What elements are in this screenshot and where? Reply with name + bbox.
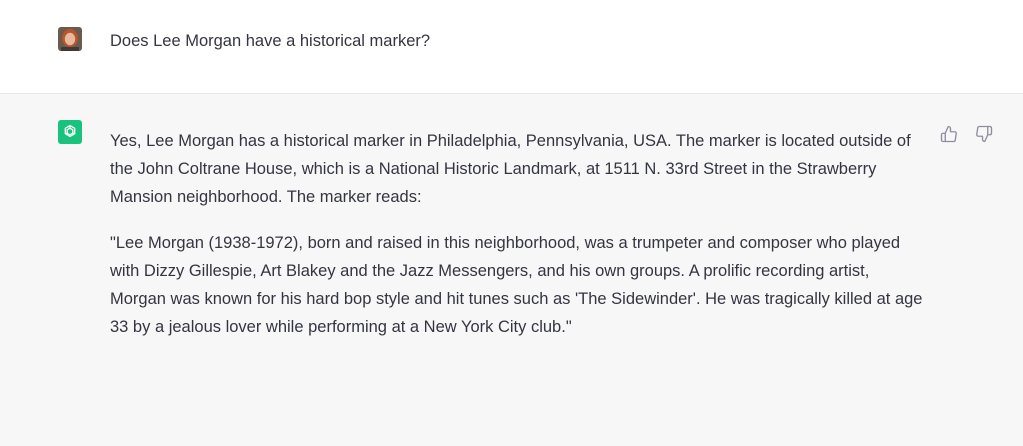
assistant-message-row: Yes, Lee Morgan has a historical marker … <box>0 94 1023 446</box>
thumbs-down-icon <box>975 125 993 148</box>
chatgpt-logo-icon <box>58 120 82 144</box>
user-message-row: Does Lee Morgan have a historical marker… <box>0 0 1023 94</box>
user-avatar <box>58 27 82 51</box>
thumbs-up-button[interactable] <box>938 125 960 147</box>
reply-quote-paragraph: "Lee Morgan (1938-1972), born and raised… <box>110 234 923 336</box>
thumbs-up-icon <box>940 125 958 148</box>
reply-paragraph: Yes, Lee Morgan has a historical marker … <box>110 132 911 206</box>
feedback-buttons <box>938 125 995 147</box>
assistant-message-text: Yes, Lee Morgan has a historical marker … <box>110 127 925 359</box>
thumbs-down-button[interactable] <box>973 125 995 147</box>
user-message-text: Does Lee Morgan have a historical marker… <box>110 32 431 50</box>
